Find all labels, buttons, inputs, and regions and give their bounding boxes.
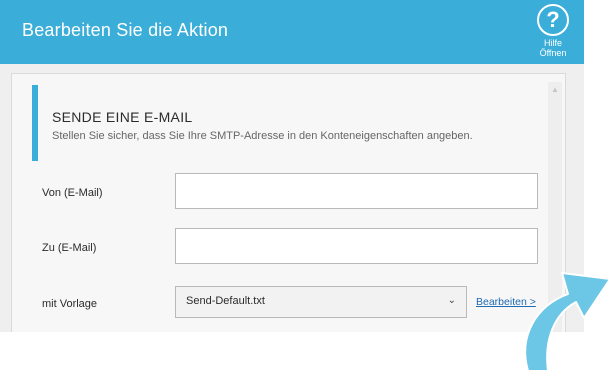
section-title: SENDE EINE E-MAIL (52, 109, 193, 125)
content-area: SENDE EINE E-MAIL Stellen Sie sicher, da… (11, 73, 566, 332)
edit-action-dialog: Bearbeiten Sie die Aktion ? Hilfe Öffnen… (0, 0, 584, 332)
scroll-up-arrow-icon[interactable]: ▲ (548, 84, 562, 96)
template-label: mit Vorlage (42, 298, 98, 310)
help-button[interactable]: ? Hilfe Öffnen (530, 2, 576, 62)
section-header: SENDE EINE E-MAIL Stellen Sie sicher, da… (32, 85, 542, 161)
question-circle-icon: ? (537, 4, 569, 36)
curved-arrow-icon (510, 262, 612, 374)
template-select-value: Send-Default.txt (186, 295, 265, 307)
dialog-header: Bearbeiten Sie die Aktion ? Hilfe Öffnen (0, 0, 584, 64)
section-accent-bar (32, 85, 38, 161)
section-subtitle: Stellen Sie sicher, dass Sie Ihre SMTP-A… (52, 130, 473, 142)
from-email-field[interactable] (175, 173, 538, 209)
template-select[interactable]: Send-Default.txt ⌄ (175, 286, 467, 318)
from-label: Von (E-Mail) (42, 187, 103, 199)
chevron-down-icon: ⌄ (447, 295, 456, 306)
to-label: Zu (E-Mail) (42, 242, 97, 254)
to-email-field[interactable] (175, 228, 538, 264)
dialog-title: Bearbeiten Sie die Aktion (22, 20, 229, 40)
help-label: Hilfe Öffnen (539, 38, 567, 58)
